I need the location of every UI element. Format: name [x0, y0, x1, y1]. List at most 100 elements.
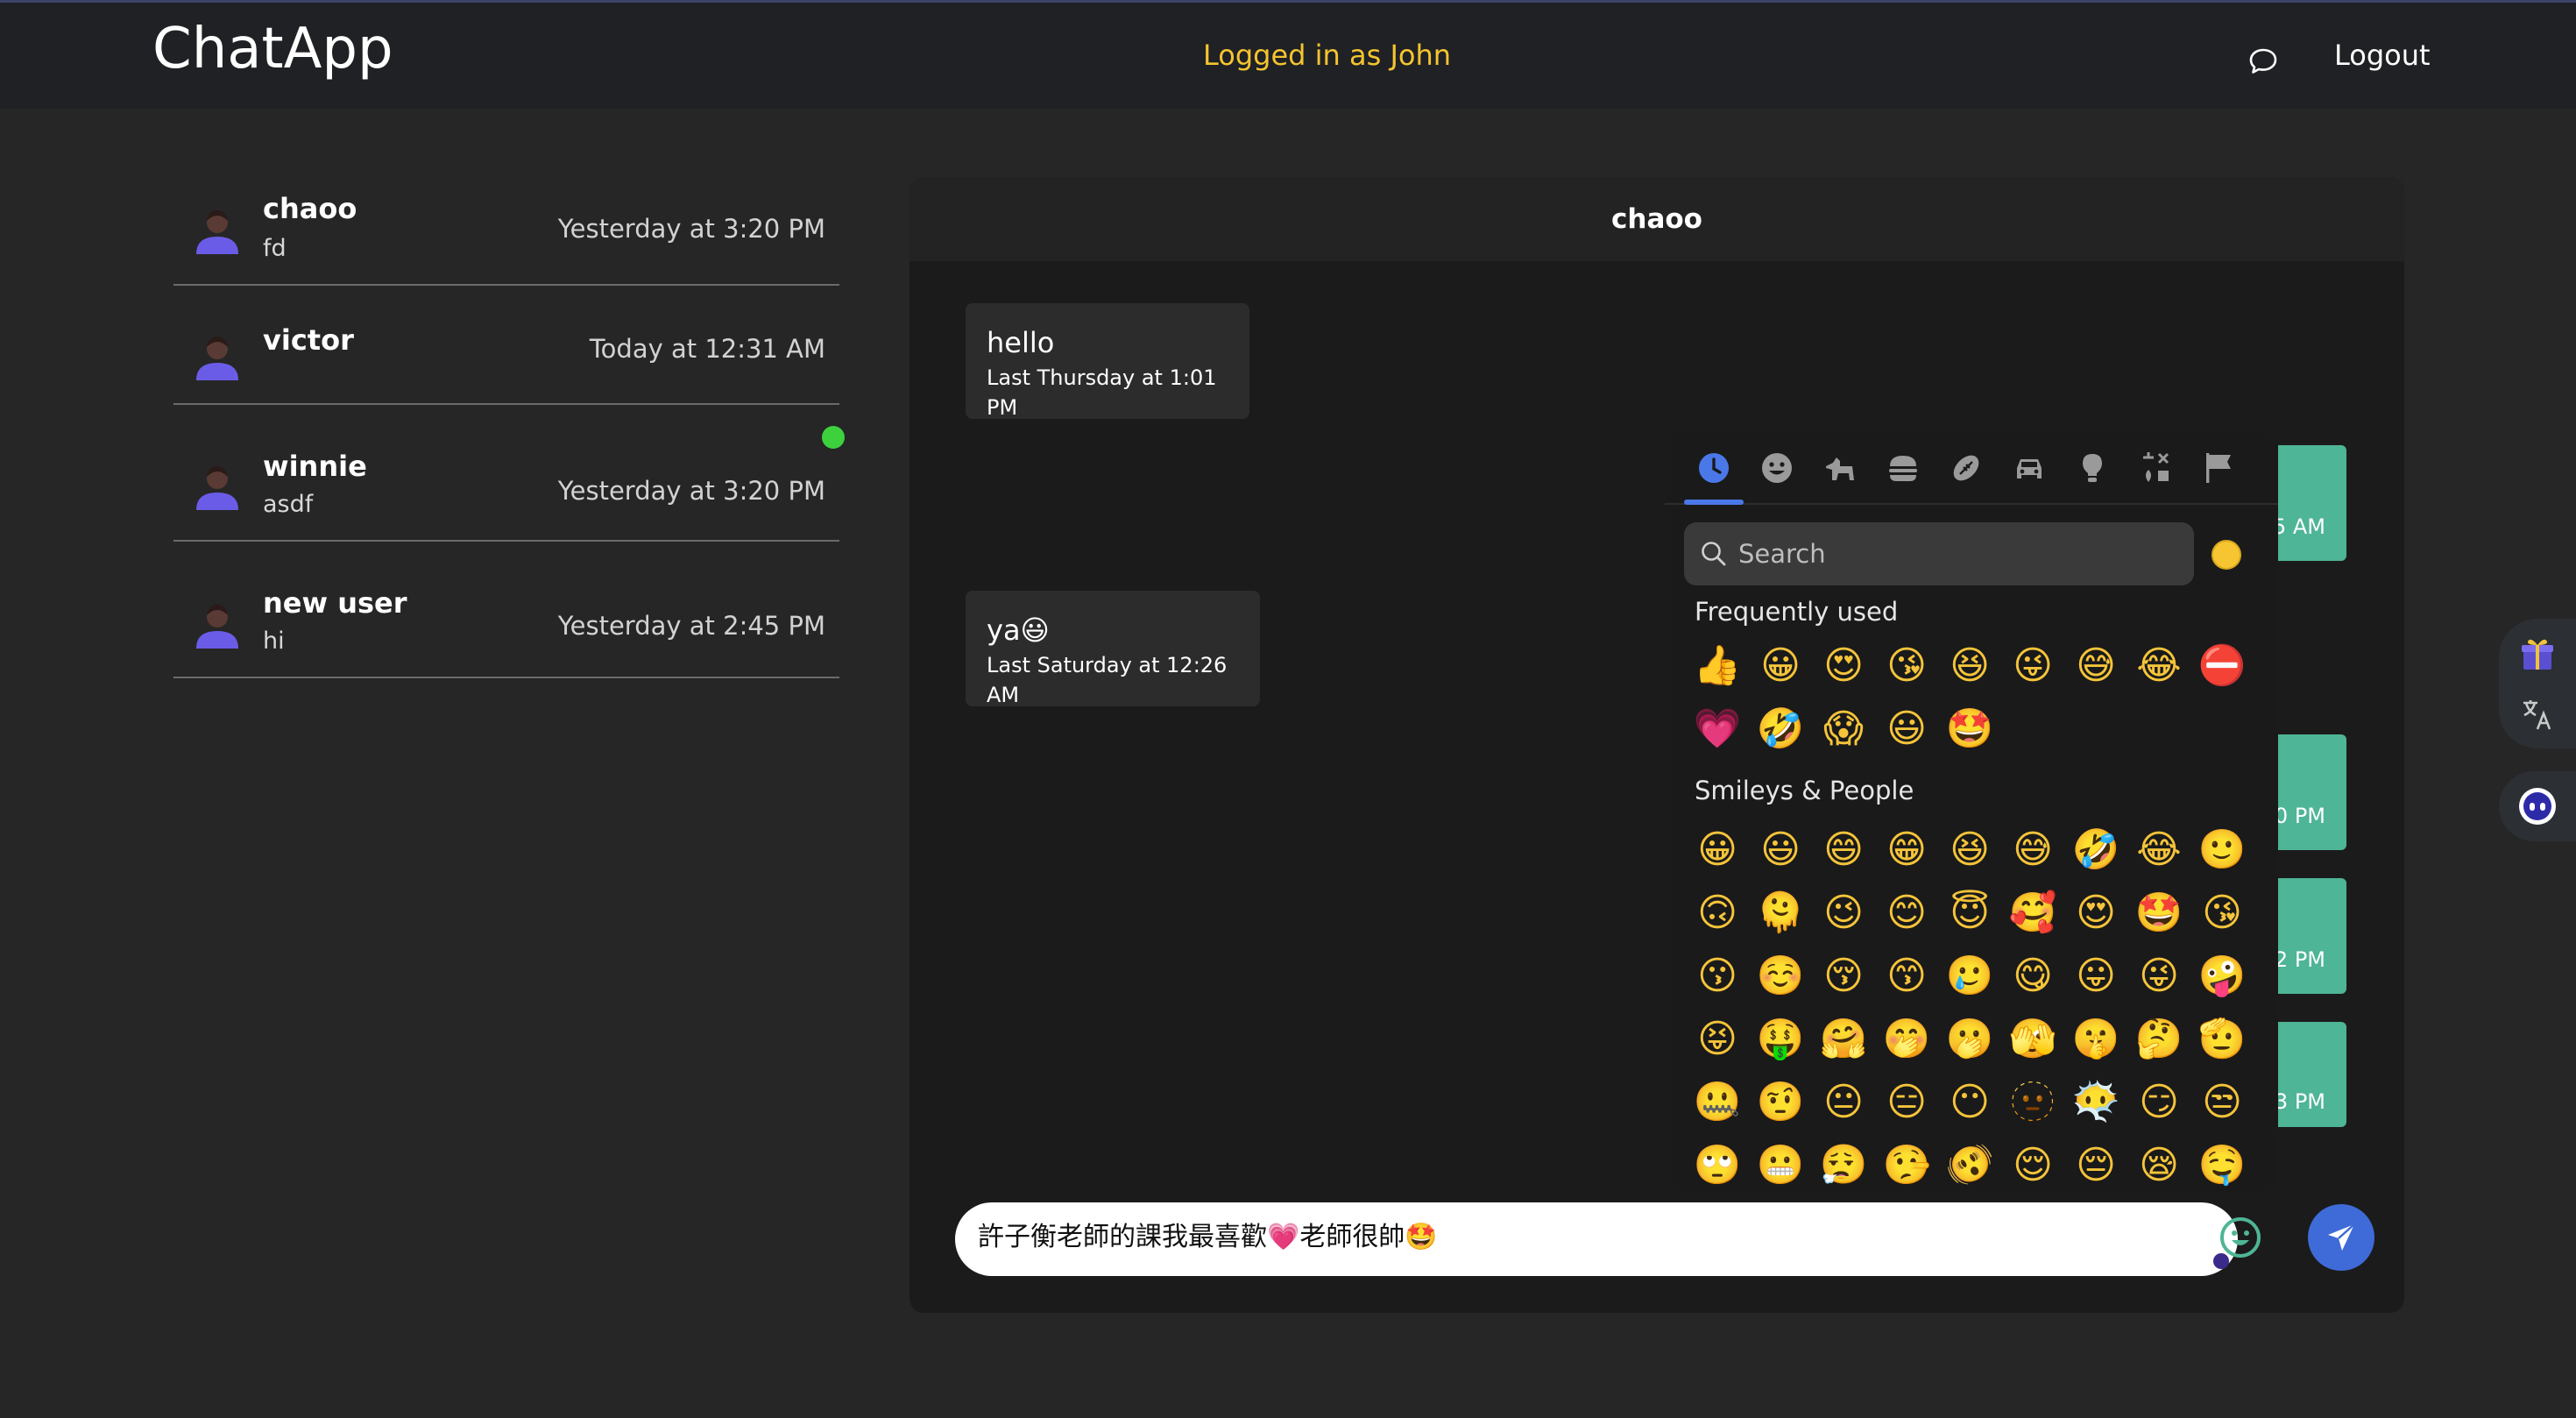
emoji-option[interactable]: 😪 [2127, 1134, 2190, 1192]
emoji-option[interactable]: 😜 [2127, 945, 2190, 1008]
emoji-option[interactable]: 😍 [1812, 635, 1875, 698]
emoji-option[interactable]: ☺️ [1749, 945, 1812, 1008]
emoji-option[interactable]: 😮‍💨 [1812, 1134, 1875, 1192]
emoji-option[interactable]: 🥲 [1938, 945, 2001, 1008]
logout-link[interactable]: Logout [2334, 36, 2431, 74]
emoji-option[interactable]: 😒 [2190, 1071, 2254, 1134]
emoji-option[interactable]: 🤣 [1749, 698, 1812, 761]
emoji-option[interactable]: 😏 [2127, 1071, 2190, 1134]
emoji-option[interactable]: 🥰 [2001, 882, 2064, 945]
emoji-option[interactable]: 😅 [2064, 635, 2127, 698]
emoji-option[interactable]: 😌 [2001, 1134, 2064, 1192]
emoji-option[interactable]: 🤥 [1875, 1134, 1938, 1192]
message-time: 2 PM [2274, 947, 2325, 972]
emoji-option[interactable]: 😂 [2127, 819, 2190, 882]
emoji-option[interactable]: 😍 [2064, 882, 2127, 945]
emoji-option[interactable]: 😚 [1812, 945, 1875, 1008]
emoji-option[interactable]: 🙃 [1686, 882, 1749, 945]
emoji-option[interactable]: 🫨 [1938, 1134, 2001, 1192]
emoji-option[interactable]: 🤔 [2127, 1008, 2190, 1071]
emoji-option[interactable]: 🤪 [2190, 945, 2254, 1008]
emoji-option[interactable]: 😀 [1686, 819, 1749, 882]
emoji-option[interactable]: 🤗 [1812, 1008, 1875, 1071]
contact-item-chaoo[interactable]: chaoo fd Yesterday at 3:20 PM [173, 172, 839, 286]
emoji-option[interactable]: 😂 [2127, 635, 2190, 698]
emoji-option[interactable]: 🤩 [2127, 882, 2190, 945]
emoji-option[interactable]: 😙 [1875, 945, 1938, 1008]
emoji-option[interactable]: 🤭 [1875, 1008, 1938, 1071]
emoji-option[interactable]: 😬 [1749, 1134, 1812, 1192]
contact-item-winnie[interactable]: winnie asdf Yesterday at 3:20 PM [173, 405, 839, 542]
emoji-option[interactable]: 😄 [1812, 819, 1875, 882]
emoji-option[interactable]: 😘 [2190, 882, 2254, 945]
message-input-text: 許子衡老師的課我最喜歡💗老師很帥🤩 [978, 1222, 1438, 1252]
user-avatar-icon [196, 337, 238, 380]
emoji-option[interactable]: 🤐 [1686, 1071, 1749, 1134]
emoji-option[interactable]: 😇 [1938, 882, 2001, 945]
flag-icon[interactable] [2199, 449, 2238, 487]
emoji-option[interactable]: 😗 [1686, 945, 1749, 1008]
emoji-option[interactable]: 🤩 [1938, 698, 2001, 761]
search-icon [1702, 542, 1726, 566]
emoji-option[interactable]: 👍 [1686, 635, 1749, 698]
skin-tone-selector[interactable] [2212, 540, 2241, 570]
emoji-toggle-icon[interactable] [2217, 1214, 2264, 1261]
contact-preview: asdf [263, 491, 314, 518]
contact-item-new-user[interactable]: new user hi Yesterday at 2:45 PM [173, 542, 839, 678]
emoji-option[interactable]: 🫢 [1938, 1008, 2001, 1071]
smiley-icon[interactable] [1758, 449, 1796, 487]
objects-icon[interactable] [2073, 449, 2112, 487]
recent-icon[interactable] [1695, 449, 1733, 487]
emoji-option[interactable]: 😆 [1938, 635, 2001, 698]
emoji-search-input[interactable] [1737, 531, 2175, 577]
emoji-option[interactable]: ⛔ [2190, 635, 2254, 698]
send-icon [2328, 1223, 2355, 1251]
emoji-option[interactable]: 😛 [2064, 945, 2127, 1008]
emoji-option[interactable]: 🤨 [1749, 1071, 1812, 1134]
activity-icon[interactable] [1947, 449, 1985, 487]
gift-icon[interactable] [2518, 635, 2557, 673]
travel-icon[interactable] [2010, 449, 2049, 487]
emoji-option[interactable]: 🫣 [2001, 1008, 2064, 1071]
emoji-option[interactable]: 😃 [1875, 698, 1938, 761]
animal-icon[interactable] [1821, 449, 1859, 487]
emoji-option[interactable]: 🙂 [2190, 819, 2254, 882]
emoji-option[interactable]: 😐 [1812, 1071, 1875, 1134]
emoji-option[interactable]: 😁 [1875, 819, 1938, 882]
emoji-option[interactable]: 🙄 [1686, 1134, 1749, 1192]
emoji-option[interactable]: 🫥 [2001, 1071, 2064, 1134]
emoji-option[interactable]: 💗 [1686, 698, 1749, 761]
emoji-option[interactable]: 😉 [1812, 882, 1875, 945]
message-time: Last Saturday at 12:26 AM [987, 653, 1228, 707]
emoji-option[interactable]: 🤤 [2190, 1134, 2254, 1192]
emoji-option[interactable]: 😋 [2001, 945, 2064, 1008]
emoji-option[interactable]: 😜 [2001, 635, 2064, 698]
contact-time: Yesterday at 2:45 PM [557, 611, 825, 641]
emoji-option[interactable]: 😊 [1875, 882, 1938, 945]
emoji-option[interactable]: 😶‍🌫️ [2064, 1071, 2127, 1134]
message-input[interactable]: 許子衡老師的課我最喜歡💗老師很帥🤩 [955, 1202, 2238, 1276]
emoji-option[interactable]: 🤫 [2064, 1008, 2127, 1071]
brand-logo[interactable]: ChatApp [152, 11, 393, 87]
emoji-option[interactable]: 🤑 [1749, 1008, 1812, 1071]
emoji-option[interactable]: 🫡 [2190, 1008, 2254, 1071]
chat-bubble-icon[interactable] [2246, 44, 2281, 79]
food-icon[interactable] [1884, 449, 1922, 487]
translate-icon[interactable] [2518, 696, 2557, 734]
emoji-option[interactable]: 🤣 [2064, 819, 2127, 882]
assistant-widget[interactable] [2499, 771, 2576, 841]
emoji-option[interactable]: 😅 [2001, 819, 2064, 882]
emoji-option[interactable]: 😶 [1938, 1071, 2001, 1134]
emoji-option[interactable]: 😆 [1938, 819, 2001, 882]
emoji-option[interactable]: 😑 [1875, 1071, 1938, 1134]
emoji-option[interactable]: 😃 [1749, 819, 1812, 882]
send-button[interactable] [2308, 1204, 2374, 1271]
emoji-option[interactable]: 😀 [1749, 635, 1812, 698]
emoji-option[interactable]: 😝 [1686, 1008, 1749, 1071]
emoji-option[interactable]: 😔 [2064, 1134, 2127, 1192]
symbols-icon[interactable] [2136, 449, 2175, 487]
emoji-option[interactable]: 😘 [1875, 635, 1938, 698]
emoji-option[interactable]: 😱 [1812, 698, 1875, 761]
contact-item-victor[interactable]: victor Today at 12:31 AM [173, 286, 839, 405]
emoji-option[interactable]: 🫠 [1749, 882, 1812, 945]
